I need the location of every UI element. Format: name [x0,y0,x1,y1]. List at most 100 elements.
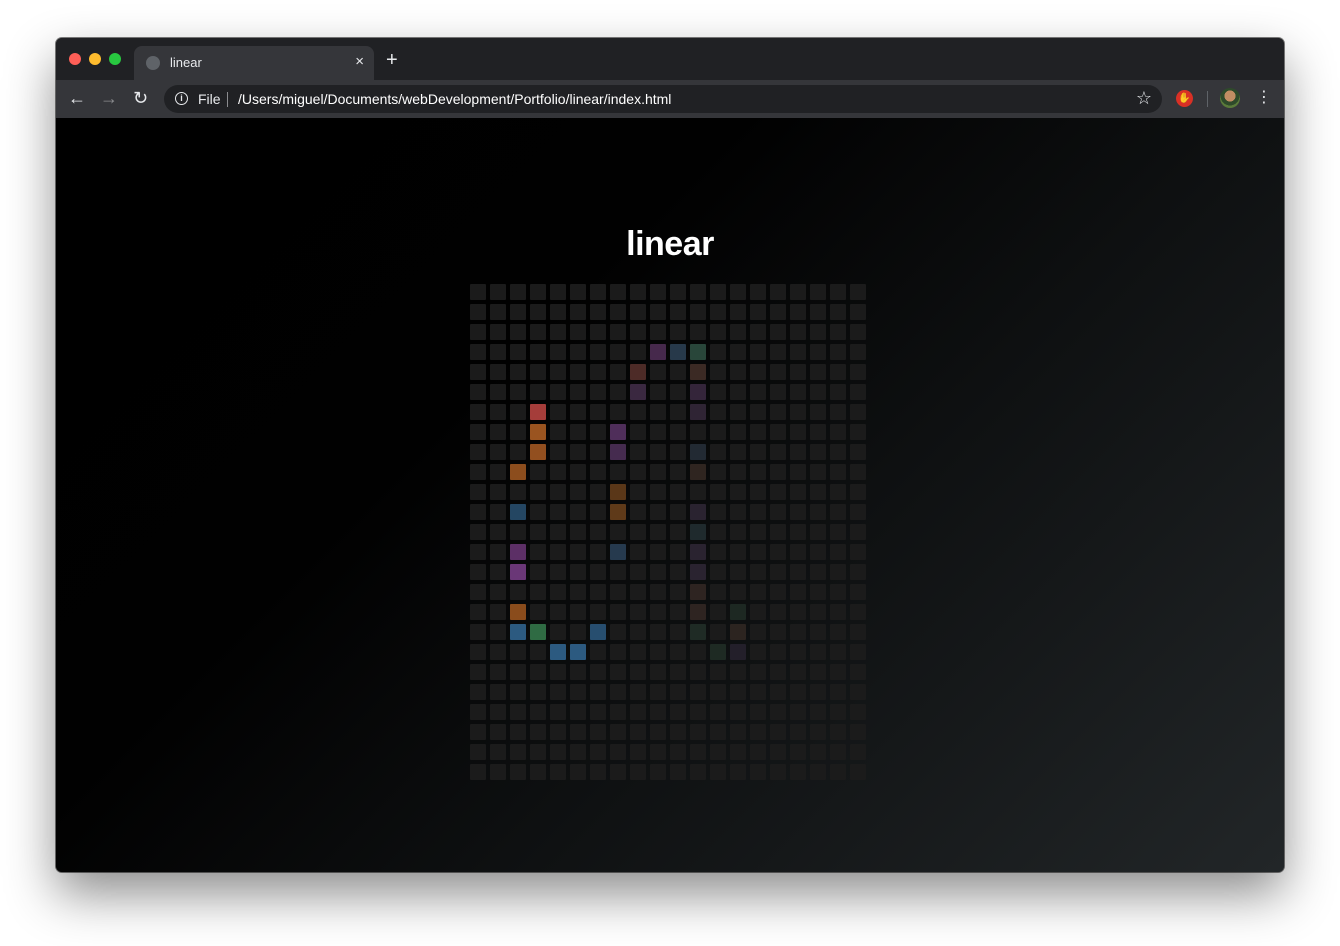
grid-cell [730,304,746,320]
url-text[interactable]: /Users/miguel/Documents/webDevelopment/P… [238,91,671,107]
grid-cell [670,504,686,520]
grid-cell [690,624,706,640]
grid-cell [550,544,566,560]
grid-cell [570,324,586,340]
grid-cell [690,564,706,580]
grid-cell [570,744,586,760]
tab-strip: linear × + [56,38,1284,80]
grid-cell [490,484,506,500]
grid-cell [530,704,546,720]
grid-cell [770,764,786,780]
window-minimize-button[interactable] [89,53,101,65]
grid-cell [650,764,666,780]
tab-linear[interactable]: linear × [134,46,374,80]
grid-cell [690,664,706,680]
grid-cell [650,604,666,620]
grid-cell [530,724,546,740]
grid-cell [470,624,486,640]
grid-cell [670,544,686,560]
grid-cell [510,704,526,720]
grid-cell [510,744,526,760]
grid-cell [710,404,726,420]
grid-cell [730,684,746,700]
grid-cell [710,364,726,380]
grid-cell [530,464,546,480]
address-bar[interactable]: i File /Users/miguel/Documents/webDevelo… [164,85,1162,113]
grid-cell [770,484,786,500]
grid-cell [730,344,746,360]
grid-cell [690,404,706,420]
grid-cell [550,464,566,480]
grid-cell [570,604,586,620]
grid-cell [550,444,566,460]
grid-cell [750,604,766,620]
grid-cell [610,564,626,580]
grid-cell [530,604,546,620]
grid-cell [610,764,626,780]
grid-cell [550,344,566,360]
star-icon[interactable]: ☆ [1136,88,1152,109]
grid-cell [510,304,526,320]
close-icon[interactable]: × [355,53,364,71]
grid-cell [750,584,766,600]
grid-cell [610,544,626,560]
back-button[interactable]: ← [68,88,86,108]
grid-cell [470,344,486,360]
grid-cell [830,624,846,640]
grid-cell [830,524,846,540]
new-tab-button[interactable]: + [386,50,398,70]
profile-avatar[interactable] [1220,88,1240,108]
grid-cell [750,464,766,480]
grid-cell [650,404,666,420]
grid-cell [550,524,566,540]
grid-cell [710,764,726,780]
grid-cell [790,704,806,720]
grid-cell [510,404,526,420]
grid-cell [770,544,786,560]
grid-cell [590,364,606,380]
reload-button[interactable]: ↻ [133,88,148,108]
grid-cell [730,564,746,580]
grid-cell [550,304,566,320]
grid-cell [770,724,786,740]
pixel-grid [470,284,870,784]
grid-cell [490,724,506,740]
grid-cell [690,544,706,560]
grid-cell [670,564,686,580]
grid-cell [850,564,866,580]
grid-cell [770,504,786,520]
grid-cell [810,684,826,700]
grid-cell [650,344,666,360]
menu-icon[interactable]: ⋮ [1256,88,1272,108]
grid-cell [490,544,506,560]
info-icon[interactable]: i [175,92,188,105]
window-close-button[interactable] [69,53,81,65]
grid-cell [550,724,566,740]
grid-cell [550,644,566,660]
grid-cell [490,764,506,780]
grid-cell [510,524,526,540]
grid-cell [670,484,686,500]
grid-cell [570,684,586,700]
grid-cell [610,684,626,700]
grid-cell [690,284,706,300]
grid-cell [830,604,846,620]
grid-cell [510,764,526,780]
grid-cell [710,344,726,360]
grid-cell [590,604,606,620]
grid-cell [550,744,566,760]
grid-cell [830,444,846,460]
extension-icon[interactable]: ✋ [1176,90,1193,107]
grid-cell [510,644,526,660]
page-viewport: linear [56,118,1284,872]
grid-cell [810,444,826,460]
window-maximize-button[interactable] [109,53,121,65]
grid-cell [670,424,686,440]
forward-button[interactable]: → [100,88,118,108]
grid-cell [470,644,486,660]
grid-cell [690,724,706,740]
grid-cell [650,724,666,740]
grid-cell [510,664,526,680]
browser-window: linear × + ← → ↻ i File /Users/miguel/Do… [56,38,1284,872]
grid-cell [490,504,506,520]
